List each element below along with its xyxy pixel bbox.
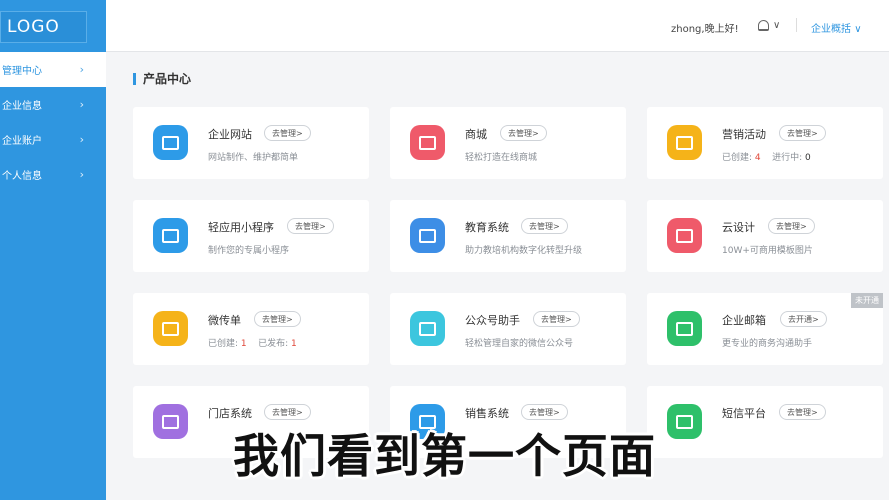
icon-glyph bbox=[676, 135, 693, 150]
icon-glyph bbox=[162, 228, 179, 243]
shop-bag-icon bbox=[410, 125, 445, 160]
page-title: 产品中心 bbox=[143, 72, 192, 86]
product-stats: 已创建: 4 进行中: 0 bbox=[722, 150, 811, 163]
manage-button[interactable]: 去管理> bbox=[500, 125, 547, 141]
chevron-right-icon: › bbox=[79, 168, 84, 181]
product-title: 云设计 bbox=[722, 221, 755, 234]
chevron-down-icon: ∨ bbox=[773, 19, 781, 31]
product-description: 更专业的商务沟通助手 bbox=[722, 339, 813, 349]
product-description: 制作您的专属小程序 bbox=[208, 246, 290, 256]
product-description: 网站制作、维护都简单 bbox=[208, 153, 299, 163]
manage-button[interactable]: 去开通> bbox=[780, 311, 827, 327]
icon-glyph bbox=[419, 228, 436, 243]
product-title: 销售系统 bbox=[465, 407, 509, 420]
stat-label: 已创建: bbox=[722, 153, 755, 163]
gift-icon bbox=[667, 125, 702, 160]
product-title: 商城 bbox=[465, 128, 487, 141]
product-card[interactable]: 轻应用小程序 去管理> 制作您的专属小程序 bbox=[133, 200, 369, 272]
wechat-icon bbox=[410, 311, 445, 346]
icon-glyph bbox=[162, 135, 179, 150]
manage-button[interactable]: 去管理> bbox=[287, 218, 334, 234]
product-card[interactable]: 企业网站 去管理> 网站制作、维护都简单 bbox=[133, 107, 369, 179]
product-title: 企业网站 bbox=[208, 128, 252, 141]
company-overview-link[interactable]: 企业概括 ∨ bbox=[811, 20, 862, 35]
product-title: 公众号助手 bbox=[465, 314, 520, 327]
stat-value: 0 bbox=[805, 153, 811, 163]
product-stats: 已创建: 1 已发布: 1 bbox=[208, 336, 297, 349]
sidebar-item-label: 企业信息 bbox=[2, 101, 42, 112]
company-overview-label: 企业概括 bbox=[811, 24, 851, 35]
icon-glyph bbox=[419, 321, 436, 336]
product-card[interactable]: 商城 去管理> 轻松打造在线商城 bbox=[390, 107, 626, 179]
icon-glyph bbox=[676, 228, 693, 243]
product-title: 短信平台 bbox=[722, 407, 766, 420]
chevron-right-icon: › bbox=[79, 133, 84, 146]
status-badge: 未开通 bbox=[851, 293, 883, 308]
manage-button[interactable]: 去管理> bbox=[254, 311, 301, 327]
header-divider bbox=[796, 18, 797, 32]
sidebar-item-management[interactable]: 管理中心 › bbox=[0, 52, 106, 87]
stat-label: 已创建: bbox=[208, 339, 241, 349]
manage-button[interactable]: 去管理> bbox=[779, 404, 826, 420]
sidebar-item-company-info[interactable]: 企业信息 › bbox=[0, 87, 106, 122]
user-greeting: zhong,晚上好! bbox=[671, 24, 739, 35]
product-card[interactable]: 营销活动 去管理> 已创建: 4 进行中: 0 bbox=[647, 107, 883, 179]
sidebar-item-label: 管理中心 bbox=[2, 66, 42, 77]
chevron-right-icon: › bbox=[79, 98, 84, 111]
product-card[interactable]: 企业邮箱 去开通> 更专业的商务沟通助手 未开通 bbox=[647, 293, 883, 365]
icon-glyph bbox=[162, 321, 179, 336]
product-description: 10W+可商用模板图片 bbox=[722, 246, 813, 256]
manage-button[interactable]: 去管理> bbox=[264, 125, 311, 141]
product-description: 轻松打造在线商城 bbox=[465, 153, 538, 163]
top-header: zhong,晚上好! ∨ 企业概括 ∨ bbox=[106, 0, 889, 52]
product-card[interactable]: 公众号助手 去管理> 轻松管理自家的微信公众号 bbox=[390, 293, 626, 365]
section-title: 产品中心 bbox=[133, 70, 191, 87]
product-description: 轻松管理自家的微信公众号 bbox=[465, 339, 574, 349]
book-icon bbox=[410, 218, 445, 253]
mail-icon bbox=[667, 311, 702, 346]
video-subtitle: 我们看到第一个页面 bbox=[233, 429, 656, 483]
sidebar-item-label: 个人信息 bbox=[2, 171, 42, 182]
logo: LOGO bbox=[0, 11, 87, 43]
product-title: 门店系统 bbox=[208, 407, 252, 420]
stat-label: 已发布: bbox=[258, 339, 291, 349]
product-title: 教育系统 bbox=[465, 221, 509, 234]
website-icon bbox=[153, 125, 188, 160]
product-title: 轻应用小程序 bbox=[208, 221, 274, 234]
manage-button[interactable]: 去管理> bbox=[264, 404, 311, 420]
sidebar-item-company-account[interactable]: 企业账户 › bbox=[0, 122, 106, 157]
stat-label: 进行中: bbox=[772, 153, 805, 163]
headset-icon bbox=[758, 19, 769, 31]
sidebar-item-label: 企业账户 bbox=[2, 136, 42, 147]
manage-button[interactable]: 去管理> bbox=[533, 311, 580, 327]
title-accent-bar bbox=[133, 72, 136, 85]
product-card[interactable]: 教育系统 去管理> 助力教培机构数字化转型升级 bbox=[390, 200, 626, 272]
product-card[interactable]: 微传单 去管理> 已创建: 1 已发布: 1 bbox=[133, 293, 369, 365]
product-title: 企业邮箱 bbox=[722, 314, 766, 327]
product-title: 营销活动 bbox=[722, 128, 766, 141]
manage-button[interactable]: 去管理> bbox=[768, 218, 815, 234]
image-icon bbox=[667, 218, 702, 253]
icon-glyph bbox=[419, 135, 436, 150]
icon-glyph bbox=[676, 321, 693, 336]
manage-button[interactable]: 去管理> bbox=[521, 404, 568, 420]
flyer-icon bbox=[153, 311, 188, 346]
product-title: 微传单 bbox=[208, 314, 241, 327]
chevron-right-icon: › bbox=[79, 63, 84, 76]
manage-button[interactable]: 去管理> bbox=[779, 125, 826, 141]
chevron-down-icon: ∨ bbox=[854, 24, 862, 35]
manage-button[interactable]: 去管理> bbox=[521, 218, 568, 234]
sidebar-nav: 管理中心 › 企业信息 › 企业账户 › 个人信息 › bbox=[0, 52, 106, 192]
product-card[interactable]: 云设计 去管理> 10W+可商用模板图片 bbox=[647, 200, 883, 272]
sidebar-item-personal-info[interactable]: 个人信息 › bbox=[0, 157, 106, 192]
stat-value: 1 bbox=[291, 339, 297, 349]
headset-menu[interactable]: ∨ bbox=[758, 17, 788, 33]
product-description: 助力教培机构数字化转型升级 bbox=[465, 246, 583, 256]
mini-app-icon bbox=[153, 218, 188, 253]
